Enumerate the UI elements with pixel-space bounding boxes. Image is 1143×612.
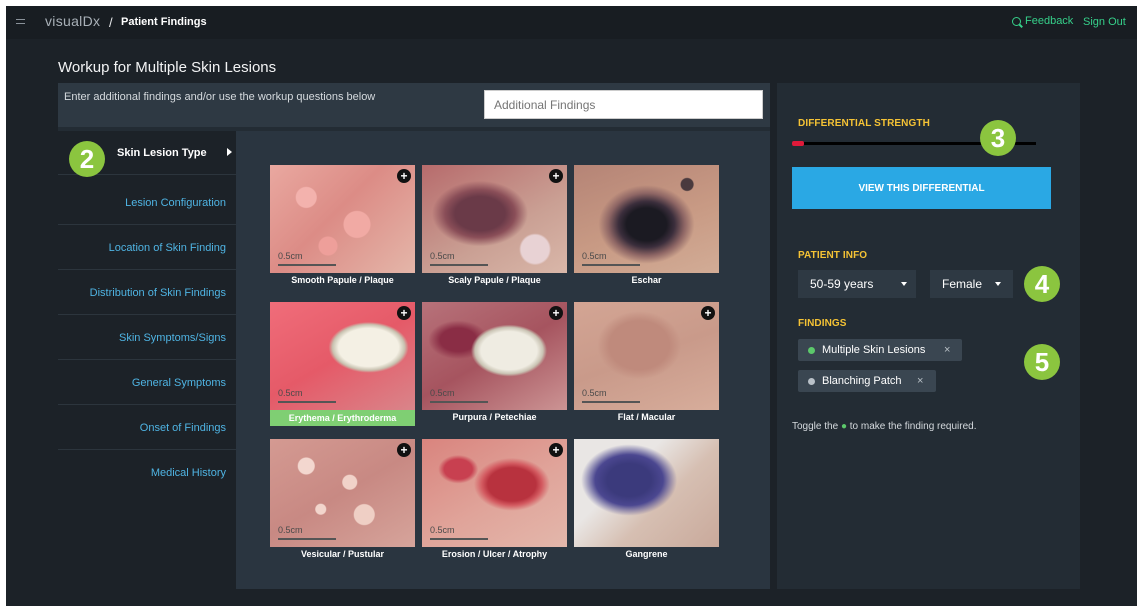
workup-question-nav: Skin Lesion Type Lesion Configuration Lo…: [58, 131, 236, 589]
nav-item-skin-symptoms-signs[interactable]: Skin Symptoms/Signs: [58, 316, 236, 360]
step-badge-3: 3: [980, 120, 1016, 156]
scale-bar: [430, 264, 488, 266]
step-badge-5: 5: [1024, 344, 1060, 380]
add-plus-icon[interactable]: +: [397, 306, 411, 320]
caret-right-icon: [227, 148, 232, 156]
add-plus-icon[interactable]: +: [397, 169, 411, 183]
sex-value: Female: [942, 277, 983, 291]
step-badge-4: 4: [1024, 266, 1060, 302]
scale-bar: [430, 538, 488, 540]
lesion-tile-purpura[interactable]: + 0.5cm Purpura / Petechiae: [422, 302, 567, 424]
feedback-link[interactable]: Feedback: [1012, 15, 1073, 27]
finding-chip-label: Multiple Skin Lesions: [822, 344, 926, 356]
nav-item-label: Skin Lesion Type: [117, 147, 207, 159]
scale-bar: [278, 264, 336, 266]
toggle-hint: Toggle the ● to make the finding require…: [792, 421, 977, 432]
visualdx-logo[interactable]: visualDx: [45, 13, 100, 29]
finding-chip-blanching-patch: Blanching Patch ×: [798, 370, 936, 392]
nav-item-lesion-configuration[interactable]: Lesion Configuration: [58, 181, 236, 225]
chevron-down-icon: [995, 282, 1001, 286]
scale-bar: [278, 538, 336, 540]
nav-item-distribution-of-skin-findings[interactable]: Distribution of Skin Findings: [58, 271, 236, 315]
required-toggle-dot-icon[interactable]: [808, 378, 815, 385]
differential-panel: [777, 83, 1080, 589]
findings-title: FINDINGS: [798, 318, 847, 329]
finding-chip-multiple-skin-lesions: Multiple Skin Lesions ×: [798, 339, 962, 361]
differential-strength-fill: [792, 141, 804, 146]
step-badge-2: 2: [69, 141, 105, 177]
lesion-tile-erosion[interactable]: + 0.5cm Erosion / Ulcer / Atrophy: [422, 439, 567, 561]
sign-out-link[interactable]: Sign Out: [1083, 16, 1126, 28]
lesion-label: Vesicular / Pustular: [300, 549, 385, 559]
view-differential-button[interactable]: VIEW THIS DIFFERENTIAL: [792, 167, 1051, 209]
scale-label: 0.5cm: [278, 525, 303, 535]
lesion-label: Smooth Papule / Plaque: [291, 275, 394, 285]
remove-finding-icon[interactable]: ×: [944, 339, 950, 361]
add-plus-icon[interactable]: +: [397, 443, 411, 457]
breadcrumb-separator: /: [109, 15, 113, 30]
lesion-tile-gangrene[interactable]: Gangrene: [574, 439, 719, 561]
chevron-down-icon: [901, 282, 907, 286]
scale-bar: [430, 401, 488, 403]
lesion-label-selected: Erythema / Erythroderma: [270, 410, 415, 426]
scale-label: 0.5cm: [278, 388, 303, 398]
findings-hint: Enter additional findings and/or use the…: [64, 91, 376, 103]
differential-strength-title: DIFFERENTIAL STRENGTH: [798, 118, 930, 129]
hamburger-menu-icon[interactable]: [16, 15, 26, 27]
scale-bar: [582, 401, 640, 403]
required-toggle-dot-icon[interactable]: [808, 347, 815, 354]
add-plus-icon[interactable]: +: [549, 306, 563, 320]
additional-findings-input[interactable]: [484, 90, 763, 119]
nav-item-location-of-skin-finding[interactable]: Location of Skin Finding: [58, 226, 236, 270]
lesion-tile-erythema[interactable]: + 0.5cm Erythema / Erythroderma: [270, 302, 415, 426]
lesion-tile-scaly-papule[interactable]: + 0.5cm Scaly Papule / Plaque: [422, 165, 567, 287]
toggle-hint-post: to make the finding required.: [849, 421, 977, 432]
lesion-label: Scaly Papule / Plaque: [448, 275, 541, 285]
toggle-hint-pre: Toggle the: [792, 421, 839, 432]
lesion-label: Gangrene: [625, 549, 668, 559]
lesion-tile-flat-macular[interactable]: + 0.5cm Flat / Macular: [574, 302, 719, 424]
scale-label: 0.5cm: [430, 388, 455, 398]
age-value: 50-59 years: [810, 277, 874, 291]
age-select[interactable]: 50-59 years: [798, 270, 916, 298]
scale-label: 0.5cm: [582, 388, 607, 398]
nav-item-medical-history[interactable]: Medical History: [58, 451, 236, 495]
remove-finding-icon[interactable]: ×: [917, 370, 923, 392]
lesion-tile-eschar[interactable]: 0.5cm Eschar: [574, 165, 719, 287]
nav-item-general-symptoms[interactable]: General Symptoms: [58, 361, 236, 405]
scale-bar: [582, 264, 640, 266]
lesion-image: [574, 439, 719, 547]
finding-chip-label: Blanching Patch: [822, 375, 902, 387]
scale-label: 0.5cm: [582, 251, 607, 261]
scale-label: 0.5cm: [430, 251, 455, 261]
feedback-bubble-icon: [1012, 16, 1021, 26]
sex-select[interactable]: Female: [930, 270, 1013, 298]
scale-label: 0.5cm: [278, 251, 303, 261]
nav-item-onset-of-findings[interactable]: Onset of Findings: [58, 406, 236, 450]
lesion-label: Eschar: [631, 275, 662, 285]
scale-bar: [278, 401, 336, 403]
patient-info-title: PATIENT INFO: [798, 250, 868, 261]
feedback-label: Feedback: [1025, 15, 1074, 27]
page-title: Workup for Multiple Skin Lesions: [58, 59, 277, 76]
top-bar: visualDx / Patient Findings Feedback Sig…: [6, 6, 1137, 39]
add-plus-icon[interactable]: +: [701, 306, 715, 320]
lesion-label: Flat / Macular: [617, 412, 676, 422]
scale-label: 0.5cm: [430, 525, 455, 535]
lesion-label: Purpura / Petechiae: [452, 412, 537, 422]
add-plus-icon[interactable]: +: [549, 169, 563, 183]
breadcrumb-patient-findings: Patient Findings: [121, 16, 207, 28]
lesion-label: Erosion / Ulcer / Atrophy: [441, 549, 548, 559]
lesion-tile-vesicular[interactable]: + 0.5cm Vesicular / Pustular: [270, 439, 415, 561]
lesion-tile-smooth-papule[interactable]: + 0.5cm Smooth Papule / Plaque: [270, 165, 415, 287]
add-plus-icon[interactable]: +: [549, 443, 563, 457]
green-dot-icon: ●: [840, 421, 847, 432]
